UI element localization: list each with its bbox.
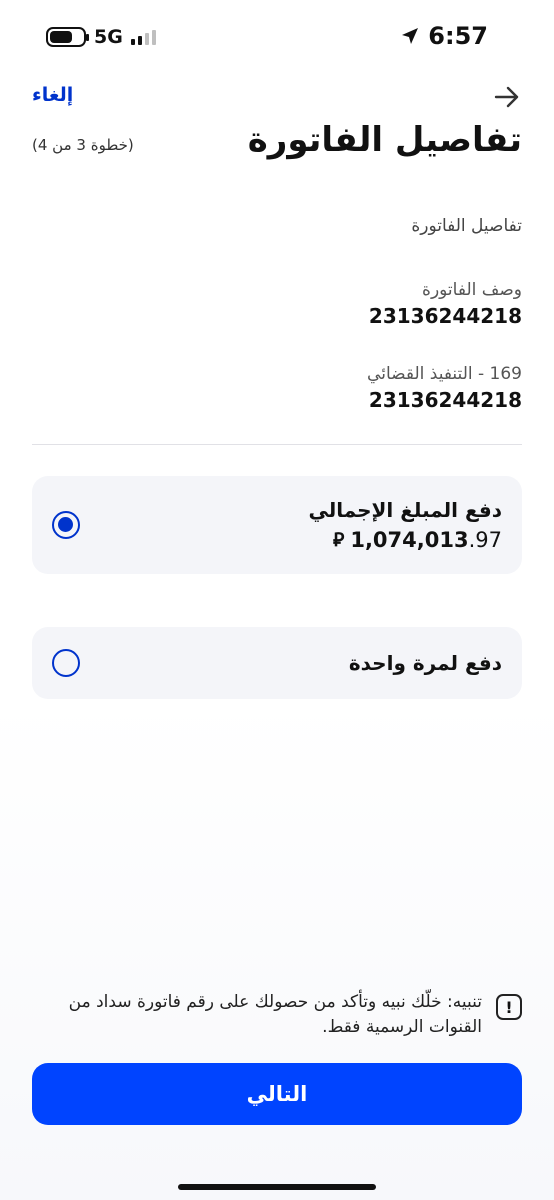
- field-value: 23136244218: [368, 304, 522, 328]
- page-title: تفاصيل الفاتورة: [247, 120, 522, 160]
- network-type: 5G: [94, 26, 123, 48]
- field-label: 169 - التنفيذ القضائي: [367, 364, 522, 384]
- step-indicator: (خطوة 3 من 4): [32, 136, 134, 154]
- pay-total-option[interactable]: دفع المبلغ الإجمالي ⃁ 1,074,013.97: [32, 476, 522, 574]
- battery-fill: [50, 31, 73, 43]
- amount-decimal: .97: [468, 528, 502, 552]
- status-bar: 5G 6:57: [0, 0, 554, 76]
- radio-unselected[interactable]: [52, 649, 80, 677]
- warning-notice: ! تنبيه: خلّك نبيه وتأكد من حصولك على رق…: [40, 990, 522, 1050]
- arrow-right-icon[interactable]: [492, 82, 522, 112]
- pay-once-option[interactable]: دفع لمرة واحدة: [32, 627, 522, 699]
- clock: 6:57: [428, 22, 488, 50]
- cancel-button[interactable]: إلغاء: [32, 84, 73, 106]
- field-value: 23136244218: [368, 388, 522, 412]
- next-button[interactable]: التالي: [32, 1063, 522, 1125]
- location-arrow-icon: [402, 28, 419, 44]
- radio-selected[interactable]: [52, 511, 80, 539]
- top-bar: إلغاء: [32, 82, 522, 114]
- warning-text: تنبيه: خلّك نبيه وتأكد من حصولك على رقم …: [68, 992, 482, 1037]
- bottom-area: [0, 700, 554, 1200]
- exclamation-icon: !: [496, 994, 522, 1020]
- section-label: تفاصيل الفاتورة: [411, 216, 522, 236]
- amount-integer: 1,074,013: [350, 528, 469, 552]
- divider: [32, 444, 522, 445]
- riyal-currency-icon: ⃁: [333, 529, 345, 551]
- home-indicator: [178, 1184, 376, 1190]
- enforcement-field: 169 - التنفيذ القضائي 23136244218: [367, 364, 522, 412]
- radio-dot: [58, 517, 73, 532]
- battery-icon: [46, 27, 89, 47]
- signal-icon: [130, 29, 156, 45]
- option-label: دفع المبلغ الإجمالي: [308, 498, 502, 522]
- field-label: وصف الفاتورة: [422, 280, 522, 300]
- option-label: دفع لمرة واحدة: [348, 651, 502, 675]
- total-amount: ⃁ 1,074,013.97: [333, 528, 502, 552]
- invoice-description-field: وصف الفاتورة 23136244218: [369, 280, 522, 328]
